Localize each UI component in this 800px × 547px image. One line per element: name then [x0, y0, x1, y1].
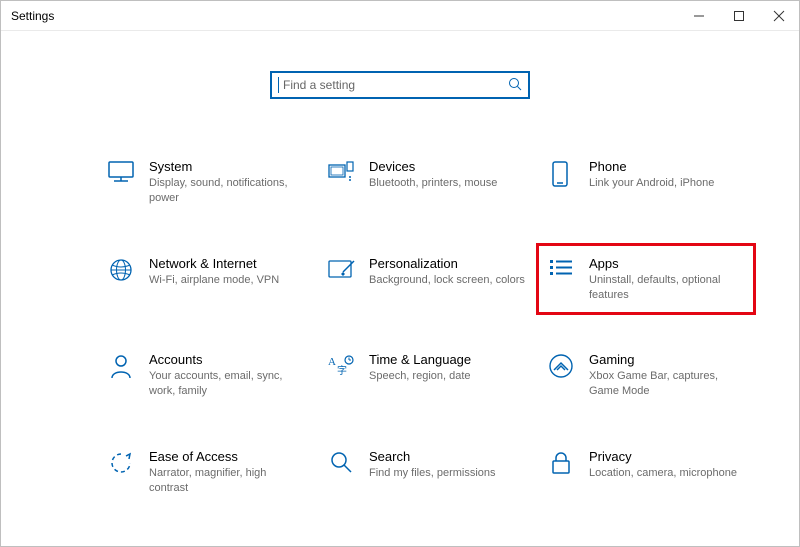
svg-text:A: A [328, 356, 336, 368]
category-title: System [149, 159, 305, 174]
apps-icon [547, 258, 575, 286]
text-caret [278, 77, 279, 93]
devices-icon [327, 161, 355, 189]
category-system[interactable]: System Display, sound, notifications, po… [101, 151, 311, 214]
category-ease-of-access[interactable]: Ease of Access Narrator, magnifier, high… [101, 441, 311, 504]
category-title: Devices [369, 159, 525, 174]
category-title: Ease of Access [149, 449, 305, 464]
category-desc: Display, sound, notifications, power [149, 176, 305, 206]
category-desc: Speech, region, date [369, 369, 525, 384]
content: System Display, sound, notifications, po… [1, 31, 799, 546]
category-privacy[interactable]: Privacy Location, camera, microphone [541, 441, 751, 504]
category-phone[interactable]: Phone Link your Android, iPhone [541, 151, 751, 214]
accounts-icon [107, 354, 135, 382]
ease-of-access-icon [107, 451, 135, 479]
categories-grid: System Display, sound, notifications, po… [101, 151, 739, 547]
minimize-button[interactable] [679, 1, 719, 31]
category-desc: Xbox Game Bar, captures, Game Mode [589, 369, 745, 399]
category-desc: Uninstall, defaults, optional features [589, 273, 745, 303]
time-language-icon: A字 [327, 354, 355, 382]
category-devices[interactable]: Devices Bluetooth, printers, mouse [321, 151, 531, 214]
titlebar: Settings [1, 1, 799, 31]
category-title: Apps [589, 256, 745, 271]
search-icon [508, 77, 522, 94]
category-desc: Link your Android, iPhone [589, 176, 745, 191]
category-title: Personalization [369, 256, 525, 271]
category-desc: Location, camera, microphone [589, 466, 745, 481]
category-update-security[interactable]: Update & Security Windows Update, recove… [101, 538, 311, 547]
category-gaming[interactable]: Gaming Xbox Game Bar, captures, Game Mod… [541, 344, 751, 407]
category-apps[interactable]: Apps Uninstall, defaults, optional featu… [541, 248, 751, 311]
globe-icon [107, 258, 135, 286]
category-network[interactable]: Network & Internet Wi-Fi, airplane mode,… [101, 248, 311, 311]
personalization-icon [327, 258, 355, 286]
gaming-icon [547, 354, 575, 382]
category-desc: Find my files, permissions [369, 466, 525, 481]
category-desc: Bluetooth, printers, mouse [369, 176, 525, 191]
window-title: Settings [1, 9, 54, 23]
category-time-language[interactable]: A字 Time & Language Speech, region, date [321, 344, 531, 407]
maximize-button[interactable] [719, 1, 759, 31]
search-input[interactable] [281, 77, 508, 93]
close-icon [774, 11, 784, 21]
category-title: Time & Language [369, 352, 525, 367]
category-desc: Narrator, magnifier, high contrast [149, 466, 305, 496]
system-icon [107, 161, 135, 189]
category-title: Phone [589, 159, 745, 174]
category-title: Search [369, 449, 525, 464]
category-title: Privacy [589, 449, 745, 464]
category-title: Gaming [589, 352, 745, 367]
category-search[interactable]: Search Find my files, permissions [321, 441, 531, 504]
search-category-icon [327, 451, 355, 479]
category-title: Network & Internet [149, 256, 305, 271]
category-title: Accounts [149, 352, 305, 367]
close-button[interactable] [759, 1, 799, 31]
search-box[interactable] [270, 71, 530, 99]
lock-icon [547, 451, 575, 479]
maximize-icon [734, 11, 744, 21]
settings-window: Settings [0, 0, 800, 547]
minimize-icon [694, 11, 704, 21]
category-desc: Wi-Fi, airplane mode, VPN [149, 273, 305, 288]
svg-text:字: 字 [337, 364, 347, 377]
category-desc: Background, lock screen, colors [369, 273, 525, 288]
search-wrap [1, 71, 799, 99]
category-personalization[interactable]: Personalization Background, lock screen,… [321, 248, 531, 311]
category-desc: Your accounts, email, sync, work, family [149, 369, 305, 399]
phone-icon [547, 161, 575, 189]
category-accounts[interactable]: Accounts Your accounts, email, sync, wor… [101, 344, 311, 407]
